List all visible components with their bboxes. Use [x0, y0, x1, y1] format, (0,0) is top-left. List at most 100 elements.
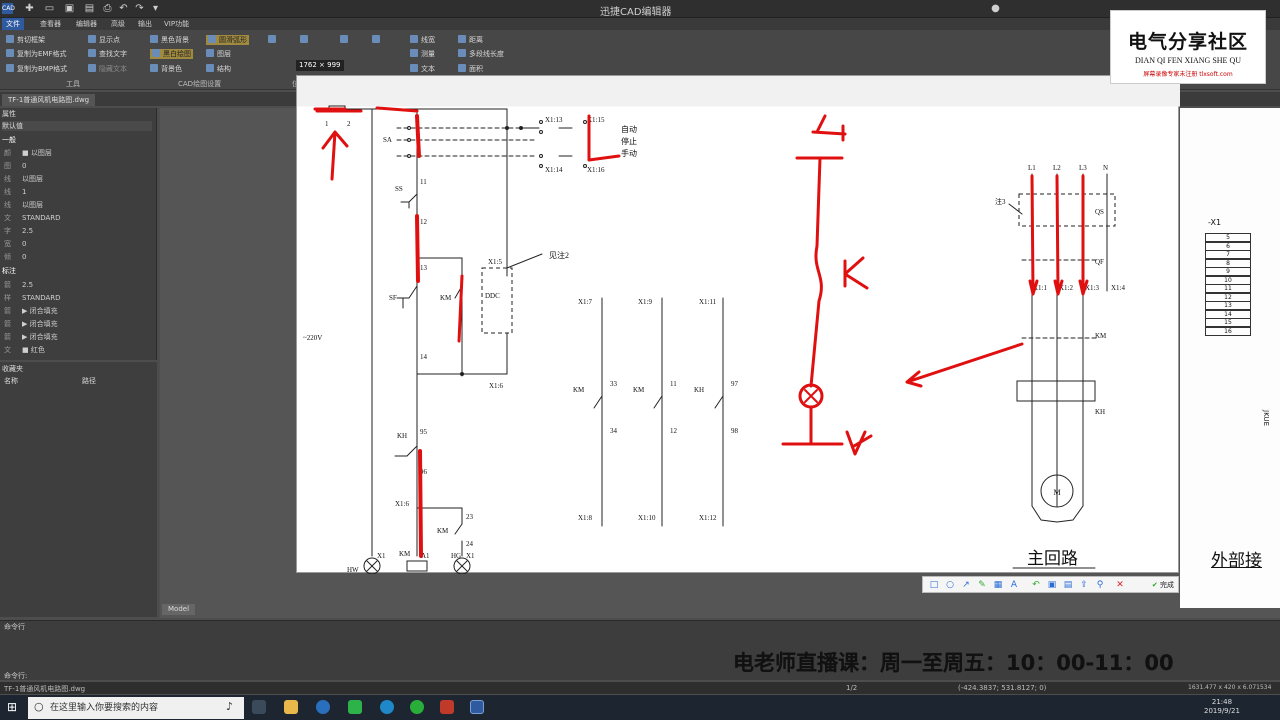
logo-url: 屏幕录像专家未注册 tlxsoft.com — [1143, 71, 1233, 78]
title-bar: CAD ✚ ▭ ▣ ▤ ⎙ ↶ ↷ ▾ 迅捷CAD编辑器 ● — [0, 0, 1280, 18]
dropdown-icon[interactable]: ▾ — [150, 3, 161, 14]
property-row[interactable]: 文 STANDARD — [4, 212, 146, 224]
app-logo-icon: CAD — [2, 3, 15, 14]
smooth-arc-button[interactable]: 圆滑弧形 — [206, 35, 249, 45]
distance-button[interactable]: 距离 — [458, 35, 483, 45]
show-points-button[interactable]: 显示点 — [88, 35, 120, 45]
share-icon[interactable]: ⇪ — [1079, 580, 1089, 590]
rotate-button[interactable] — [340, 35, 351, 45]
property-key: 线 — [4, 201, 11, 209]
hide-text-button[interactable]: 隐藏文本 — [88, 64, 127, 74]
close-icon[interactable]: ✕ — [1115, 580, 1125, 590]
properties-filter[interactable]: 默认值 — [2, 121, 152, 131]
taskbar-search-input[interactable]: 在这里输入你要搜索的内容 — [28, 697, 244, 719]
lineweight-button[interactable]: 线宽 — [410, 35, 435, 45]
black-white-button[interactable]: 黑白绘图 — [150, 49, 193, 59]
undo-icon[interactable]: ↶ — [118, 3, 129, 14]
recorder-icon[interactable] — [440, 700, 454, 714]
measure-tool-button[interactable]: 测量 — [410, 49, 435, 59]
tab-file[interactable]: 文件 — [2, 18, 24, 30]
document-tab[interactable]: TF-1普通风机电路图.dwg — [2, 94, 96, 106]
rectangle-icon[interactable]: □ — [929, 580, 939, 590]
property-value: 0 — [22, 162, 27, 170]
ellipse-icon[interactable]: ○ — [945, 580, 955, 590]
property-row[interactable]: 线 以图层 — [4, 199, 146, 211]
new-icon[interactable]: ✚ — [24, 3, 35, 14]
polyline-length-button[interactable]: 多段线长度 — [458, 49, 504, 59]
save-icon[interactable]: ▣ — [64, 3, 75, 14]
property-row[interactable]: 文 ■ 红色 — [4, 344, 146, 356]
property-row[interactable]: 线1 — [4, 186, 146, 198]
area-button[interactable]: 面积 — [458, 64, 483, 74]
copy-emf-button[interactable]: 复制为EMF格式 — [6, 49, 67, 59]
status-bar — [0, 682, 1280, 694]
property-row[interactable]: 箭 ▶ 闭合填充 — [4, 331, 146, 343]
zoom-in-button[interactable] — [300, 35, 311, 45]
clock-time: 21:48 — [1211, 698, 1233, 706]
tab-viewer[interactable]: 查看器 — [36, 18, 65, 30]
property-key: 文 — [4, 346, 11, 354]
copy-icon[interactable]: ▤ — [1063, 580, 1073, 590]
black-bg-button[interactable]: 黑色背景 — [150, 35, 189, 45]
undo-icon[interactable]: ↶ — [1031, 580, 1041, 590]
property-row[interactable]: 线 以图层 — [4, 173, 146, 185]
pin-icon[interactable]: ⚲ — [1095, 580, 1105, 590]
cut-frame-button[interactable]: 剪切框架 — [6, 35, 45, 45]
logo-title: 电气分享社区 — [1127, 31, 1248, 53]
copy-bmp-button[interactable]: 复制为BMP格式 — [6, 64, 67, 74]
drawing-label: SA — [383, 136, 392, 144]
text-tool-button[interactable]: 文本 — [410, 64, 435, 74]
drawing-label: KH — [694, 386, 704, 394]
property-row[interactable]: 图0 — [4, 160, 146, 172]
browser-icon[interactable] — [316, 700, 330, 714]
zoom-window-button[interactable] — [268, 35, 279, 45]
section-general[interactable]: 一般 — [2, 135, 16, 145]
microphone-icon[interactable]: ♪ — [226, 700, 233, 713]
help-icon[interactable]: ● — [990, 3, 1001, 14]
structure-button[interactable]: 结构 — [206, 64, 231, 74]
watermark-logo: 电气分享社区 DIAN QI FEN XIANG SHE QU 屏幕录像专家未注… — [1110, 10, 1266, 84]
tab-editor[interactable]: 编辑器 — [72, 18, 101, 30]
drawing-label: 95 — [420, 428, 428, 436]
property-row[interactable]: 样 STANDARD — [4, 292, 146, 304]
find-text-button[interactable]: 查找文字 — [88, 49, 127, 59]
capture-region[interactable]: 1 2 SA X1:13 X1:14 X1:15 X1:16 自动 停止 手动 11 SS 12 13 SF… — [296, 75, 1180, 574]
windows-start-icon[interactable]: ⊞ — [7, 700, 17, 714]
open-icon[interactable]: ▭ — [44, 3, 55, 14]
tab-advanced[interactable]: 高级 — [107, 18, 129, 30]
edge-icon[interactable] — [380, 700, 394, 714]
refresh-button[interactable] — [372, 35, 383, 45]
drawing-label: X1:12 — [699, 514, 717, 522]
property-key: 样 — [4, 294, 11, 302]
layers-button[interactable]: 图层 — [206, 49, 231, 59]
task-view-icon[interactable] — [252, 700, 266, 714]
tab-output[interactable]: 输出 — [134, 18, 156, 30]
section-mark[interactable]: 标注 — [2, 266, 16, 276]
pen-icon[interactable]: ✎ — [977, 580, 987, 590]
property-row[interactable]: 箭 2.5 — [4, 279, 146, 291]
property-row[interactable]: 字 2.5 — [4, 225, 146, 237]
media-player-icon[interactable] — [348, 700, 362, 714]
tab-vip[interactable]: VIP功能 — [160, 18, 193, 30]
file-explorer-icon[interactable] — [284, 700, 298, 714]
property-row[interactable]: 箭 ▶ 闭合填充 — [4, 305, 146, 317]
save-icon[interactable]: ▣ — [1047, 580, 1057, 590]
cad-app-icon[interactable] — [470, 700, 484, 714]
mosaic-icon[interactable]: ▦ — [993, 580, 1003, 590]
cut-frame-label: 剪切框架 — [17, 36, 45, 44]
command-input-label[interactable]: 命令行: — [4, 671, 27, 681]
property-value: 0 — [22, 240, 27, 248]
bg-color-button[interactable]: 背景色 — [150, 64, 182, 74]
property-row[interactable]: 倾0 — [4, 251, 146, 263]
arrow-icon[interactable]: ↗ — [961, 580, 971, 590]
wechat-icon[interactable] — [410, 700, 424, 714]
property-row[interactable]: 宽0 — [4, 238, 146, 250]
property-row[interactable]: 箭 ▶ 闭合填充 — [4, 318, 146, 330]
redo-icon[interactable]: ↷ — [134, 3, 145, 14]
text-icon[interactable]: A — [1009, 580, 1019, 590]
print-icon[interactable]: ⎙ — [102, 3, 113, 14]
save-as-icon[interactable]: ▤ — [84, 3, 95, 14]
done-button[interactable]: ✔ 完成 — [1152, 579, 1174, 591]
model-tab[interactable]: Model — [162, 604, 196, 615]
property-row[interactable]: 颜 ■ 以图层 — [4, 147, 146, 159]
